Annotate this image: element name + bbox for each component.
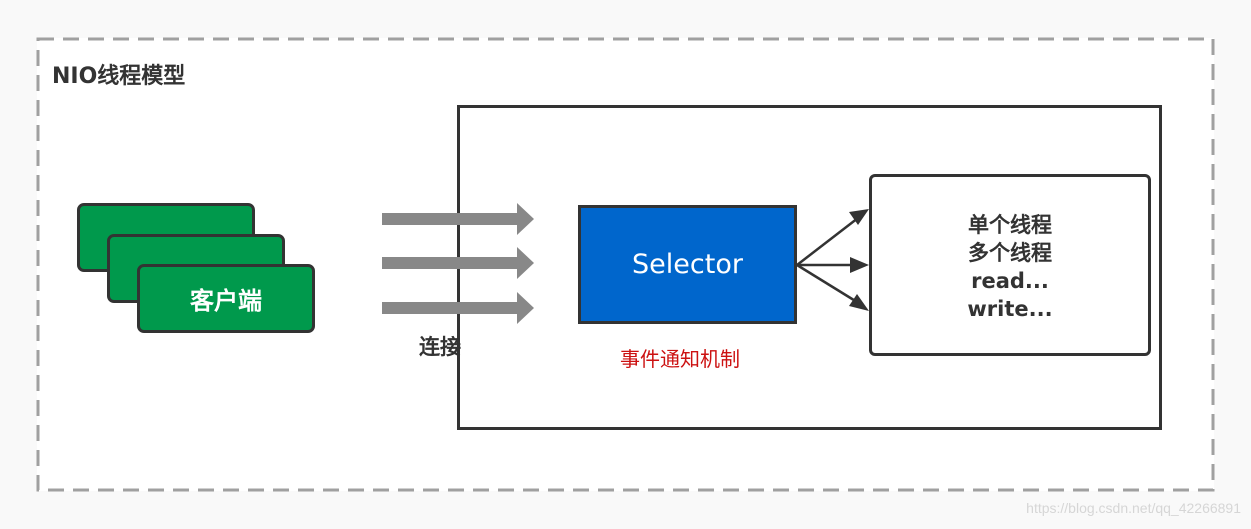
handler-line: 多个线程 <box>968 241 1052 265</box>
handler-line: write... <box>967 297 1053 321</box>
selector-label: Selector <box>632 249 743 280</box>
dispatch-arrow-head-icon <box>849 294 869 311</box>
event-notification-caption: 事件通知机制 <box>620 347 740 371</box>
dispatch-arrows <box>796 209 869 311</box>
selector-box: Selector <box>578 205 797 324</box>
connection-arrow-icon <box>382 292 534 324</box>
connection-label: 连接 <box>419 335 461 359</box>
watermark: https://blog.csdn.net/qq_42266891 <box>1026 500 1241 516</box>
dispatch-arrow-head-icon <box>850 257 869 273</box>
connection-arrow-icon <box>382 203 534 235</box>
handler-line: read... <box>971 269 1049 293</box>
handler-line: 单个线程 <box>968 213 1052 237</box>
dispatch-arrow-line <box>796 263 858 304</box>
handler-box: 单个线程 多个线程 read... write... <box>869 174 1151 356</box>
connection-arrows <box>382 203 534 324</box>
dispatch-arrow-line <box>796 217 859 266</box>
connection-arrow-icon <box>382 247 534 279</box>
